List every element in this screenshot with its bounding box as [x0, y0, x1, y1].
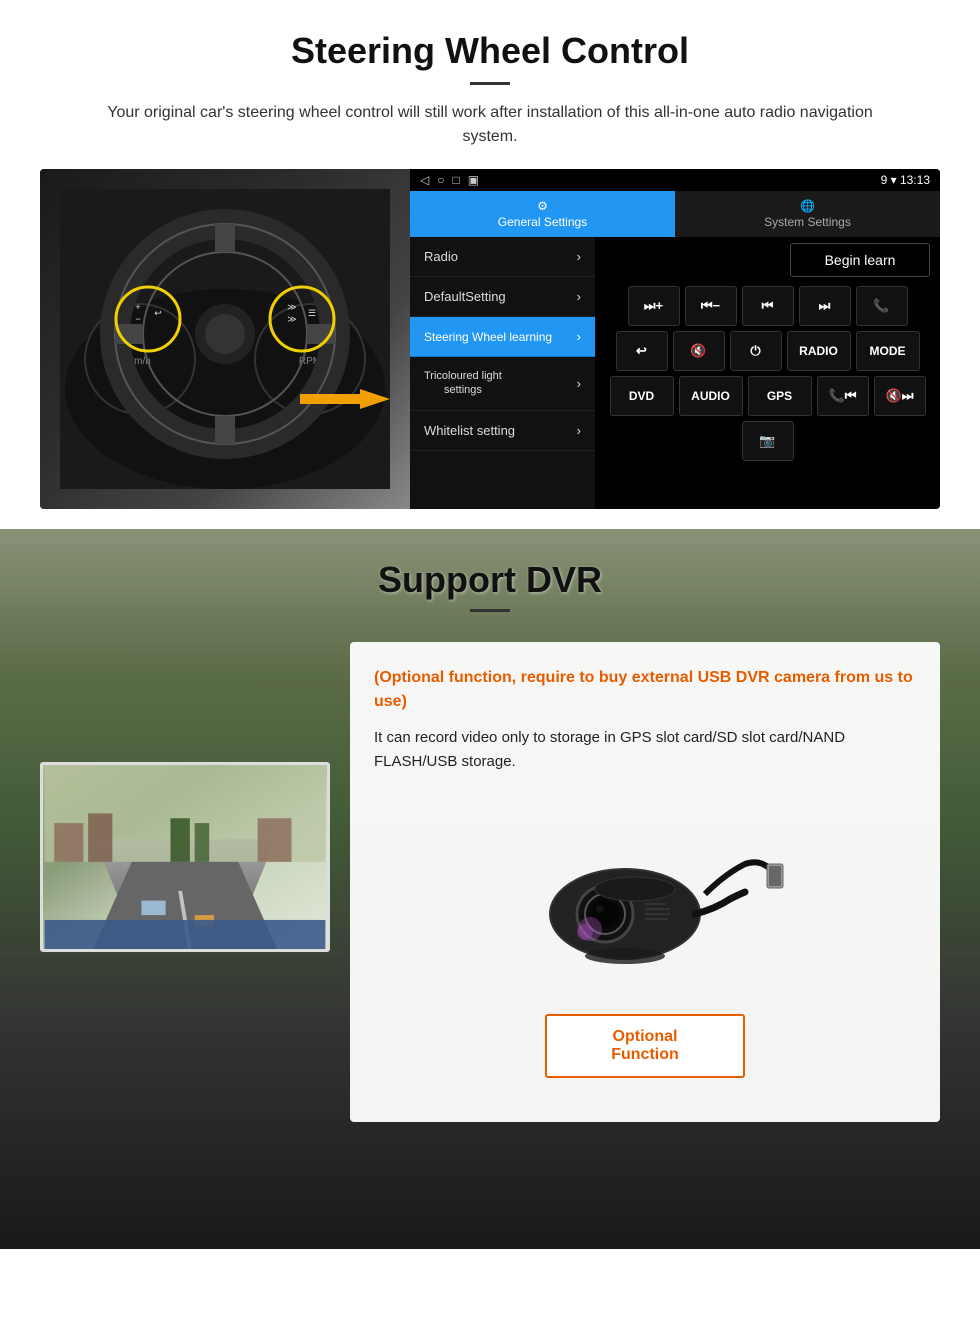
ctrl-radio[interactable]: RADIO — [787, 331, 851, 371]
control-row-3: DVD AUDIO GPS 📞⏮ 🔇⏭ — [601, 376, 934, 416]
vol-up-icon: ⏭+ — [644, 298, 663, 314]
chevron-right-icon-4: › — [577, 376, 581, 391]
tab-system-settings[interactable]: 🌐 System Settings — [675, 191, 940, 237]
back-call-icon: ↩ — [636, 343, 647, 359]
menu-icon: ▣ — [468, 173, 479, 187]
menu-panel: Radio › DefaultSetting › Steering Wheel … — [410, 237, 595, 509]
android-tabs[interactable]: ⚙ General Settings 🌐 System Settings — [410, 191, 940, 237]
begin-learn-button[interactable]: Begin learn — [790, 243, 930, 277]
dvr-title-area: Support DVR — [0, 529, 980, 622]
dvr-title: Support DVR — [0, 559, 980, 601]
dvr-content-area: (Optional function, require to buy exter… — [40, 642, 940, 1122]
ctrl-back[interactable]: ↩ — [616, 331, 668, 371]
optional-function-button[interactable]: Optional Function — [545, 1014, 745, 1078]
chevron-right-icon-2: › — [577, 289, 581, 304]
dvr-description: It can record video only to storage in G… — [374, 726, 916, 774]
dvr-camera-svg — [505, 814, 785, 974]
begin-learn-row: Begin learn — [601, 243, 934, 281]
ctrl-vol-up[interactable]: ⏭+ — [628, 286, 680, 326]
ctrl-phone[interactable]: 📞 — [856, 286, 908, 326]
svg-text:☰: ☰ — [308, 308, 316, 318]
dvr-section: Support DVR — [0, 529, 980, 1249]
tab-system-label: System Settings — [764, 215, 851, 229]
system-settings-icon: 🌐 — [800, 199, 815, 213]
chevron-right-icon-3: › — [577, 329, 581, 344]
dvr-optional-text: (Optional function, require to buy exter… — [374, 666, 916, 714]
ctrl-audio[interactable]: AUDIO — [679, 376, 743, 416]
menu-steering-label: Steering Wheel learning — [424, 330, 552, 344]
svg-text:≫: ≫ — [287, 314, 296, 324]
mode-label-icon: MODE — [870, 344, 906, 358]
menu-item-tricoloured[interactable]: Tricoloured lightsettings › — [410, 357, 595, 411]
control-row-1: ⏭+ ⏮− ⏮ ⏭ 📞 — [601, 286, 934, 326]
back-icon: ◁ — [420, 173, 429, 187]
ctrl-vol-down[interactable]: ⏮− — [685, 286, 737, 326]
android-statusbar: ◁ ○ □ ▣ 9 ▾ 13:13 — [410, 169, 940, 191]
phone-icon: 📞 — [873, 298, 889, 314]
steering-section: Steering Wheel Control Your original car… — [0, 0, 980, 529]
control-panel: Begin learn ⏭+ ⏮− ⏮ ⏭ 📞 ↩ 🔇 ⏻ — [595, 237, 940, 509]
dvr-info-box: (Optional function, require to buy exter… — [350, 642, 940, 1122]
tab-general-label: General Settings — [498, 215, 587, 229]
menu-radio-label: Radio — [424, 249, 458, 264]
radio-label-icon: RADIO — [799, 344, 838, 358]
mute-icon: 🔇 — [690, 343, 706, 359]
chevron-right-icon: › — [577, 249, 581, 264]
ctrl-prev[interactable]: ⏮ — [742, 286, 794, 326]
steering-description: Your original car's steering wheel contr… — [80, 101, 900, 149]
recents-icon: □ — [452, 173, 459, 187]
ctrl-gps[interactable]: GPS — [748, 376, 812, 416]
chevron-right-icon-5: › — [577, 423, 581, 438]
camera-icon: 📷 — [759, 433, 775, 449]
menu-default-label: DefaultSetting — [424, 289, 506, 304]
mute-next-icon: 🔇⏭ — [886, 388, 914, 404]
statusbar-time: 9 ▾ 13:13 — [881, 173, 930, 187]
svg-text:↩: ↩ — [154, 308, 162, 318]
audio-label: AUDIO — [691, 389, 730, 403]
steering-wheel-svg: km/h RPM + − ↩ — [60, 189, 390, 489]
control-row-2: ↩ 🔇 ⏻ RADIO MODE — [601, 331, 934, 371]
dvr-camera-visual — [374, 794, 916, 994]
steering-title: Steering Wheel Control — [40, 30, 940, 72]
phone-prev-icon: 📞⏮ — [829, 388, 857, 404]
svg-text:≫: ≫ — [287, 302, 296, 312]
title-divider — [470, 82, 510, 85]
dvr-road-svg — [43, 765, 327, 949]
settings-gear-icon: ⚙ — [537, 199, 548, 213]
svg-text:+: + — [135, 302, 140, 312]
ctrl-next[interactable]: ⏭ — [799, 286, 851, 326]
menu-item-defaultsetting[interactable]: DefaultSetting › — [410, 277, 595, 317]
android-ui-panel: ◁ ○ □ ▣ 9 ▾ 13:13 ⚙ General Settings 🌐 S… — [410, 169, 940, 509]
tab-general-settings[interactable]: ⚙ General Settings — [410, 191, 675, 237]
gps-label: GPS — [767, 389, 792, 403]
steering-demo: km/h RPM + − ↩ — [40, 169, 940, 509]
steering-photo: km/h RPM + − ↩ — [40, 169, 410, 509]
menu-item-radio[interactable]: Radio › — [410, 237, 595, 277]
ctrl-camera[interactable]: 📷 — [742, 421, 794, 461]
vol-down-icon: ⏮− — [701, 298, 720, 314]
menu-item-whitelist[interactable]: Whitelist setting › — [410, 411, 595, 451]
ctrl-mode[interactable]: MODE — [856, 331, 920, 371]
ctrl-mute-next[interactable]: 🔇⏭ — [874, 376, 926, 416]
menu-whitelist-label: Whitelist setting — [424, 423, 515, 438]
ctrl-phone-prev[interactable]: 📞⏮ — [817, 376, 869, 416]
home-icon: ○ — [437, 173, 444, 187]
ctrl-mute[interactable]: 🔇 — [673, 331, 725, 371]
statusbar-nav-icons: ◁ ○ □ ▣ — [420, 173, 479, 187]
ctrl-dvd[interactable]: DVD — [610, 376, 674, 416]
svg-text:−: − — [135, 314, 140, 324]
control-row-4: 📷 — [601, 421, 934, 461]
menu-item-steering[interactable]: Steering Wheel learning › — [410, 317, 595, 357]
power-icon: ⏻ — [750, 343, 760, 359]
dvr-title-divider — [470, 609, 510, 612]
prev-icon: ⏮ — [762, 298, 774, 314]
dvd-label: DVD — [629, 389, 654, 403]
android-content: Radio › DefaultSetting › Steering Wheel … — [410, 237, 940, 509]
dvr-thumbnail — [40, 762, 330, 952]
next-icon: ⏭ — [819, 298, 831, 314]
ctrl-power[interactable]: ⏻ — [730, 331, 782, 371]
menu-tricoloured-label: Tricoloured lightsettings — [424, 369, 502, 398]
